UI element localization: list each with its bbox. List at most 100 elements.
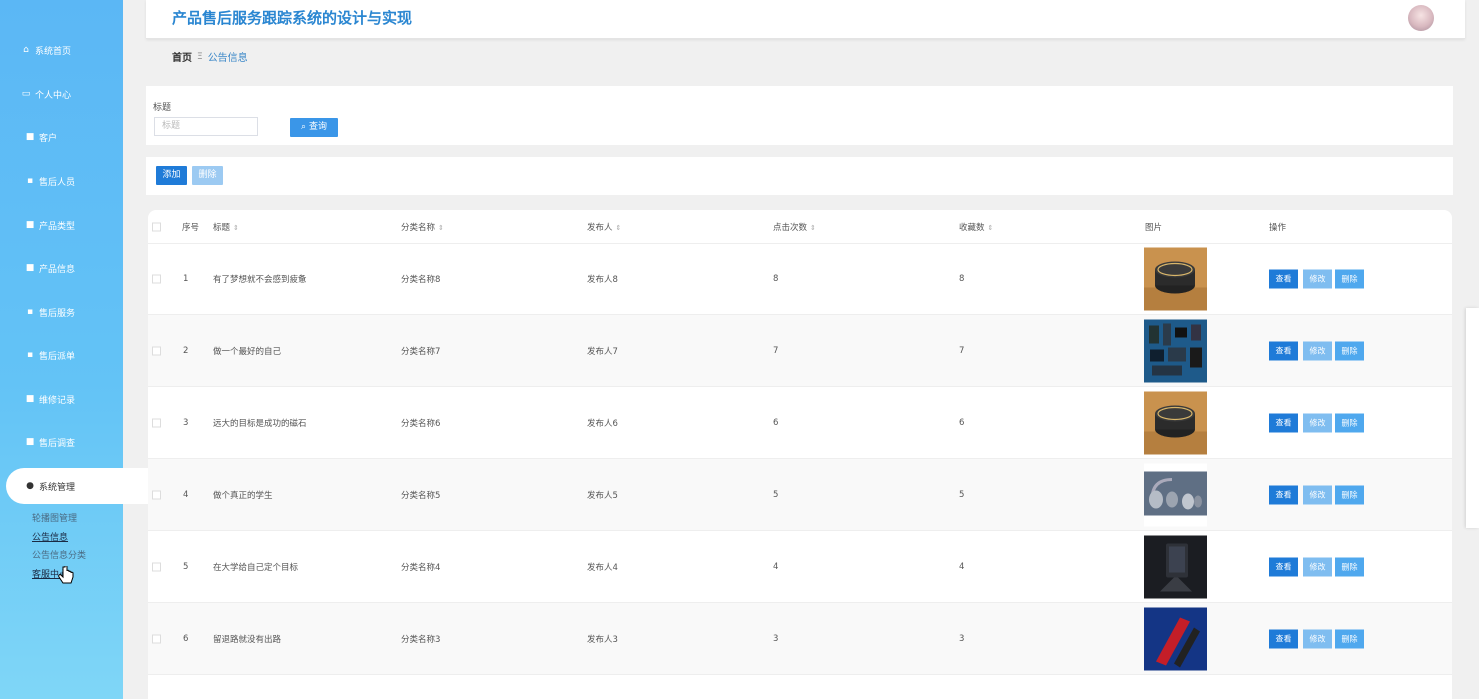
sidebar-item-product-info[interactable]: ■ 产品信息	[0, 250, 147, 286]
top-header: 产品售后服务跟踪系统的设计与实现	[146, 0, 1465, 39]
grid-icon: ■	[25, 437, 35, 447]
cell-index: 6	[183, 633, 189, 644]
profile-icon: ▭	[21, 89, 31, 99]
add-button[interactable]: 添加	[156, 166, 187, 185]
table-row: 2 做一个最好的自己 分类名称7 发布人7 7 7 查看 修改 删除	[148, 315, 1452, 387]
sort-icon: ⇕	[438, 223, 444, 232]
header-title[interactable]: 标题 ⇕	[213, 221, 239, 233]
view-button[interactable]: 查看	[1269, 629, 1298, 648]
cell-publisher: 发布人7	[587, 346, 618, 357]
cell-index: 1	[183, 273, 189, 284]
cell-clicks: 5	[773, 489, 779, 500]
row-checkbox[interactable]	[152, 418, 161, 427]
sidebar-item-product-type[interactable]: ■ 产品类型	[0, 207, 147, 243]
view-button[interactable]: 查看	[1269, 413, 1298, 432]
sidebar-item-survey[interactable]: ■ 售后调查	[0, 424, 147, 460]
cell-publisher: 发布人3	[587, 634, 618, 645]
cell-favorites: 5	[959, 489, 965, 500]
sort-icon: ⇕	[615, 223, 622, 232]
edit-button[interactable]: 修改	[1303, 269, 1332, 288]
red-device-image[interactable]	[1144, 607, 1207, 670]
cell-favorites: 3	[959, 633, 965, 644]
bulk-delete-button[interactable]: 删除	[192, 166, 223, 185]
header-category[interactable]: 分类名称 ⇕	[401, 221, 444, 233]
action-panel: 添加 删除	[146, 157, 1453, 195]
grid-icon: ■	[25, 220, 35, 230]
view-button[interactable]: 查看	[1269, 341, 1298, 360]
delete-button[interactable]: 删除	[1335, 269, 1364, 288]
cell-category: 分类名称8	[401, 274, 441, 285]
sidebar: ⌂ 系统首页 ▭ 个人中心 ■ 客户 ▪ 售后人员 ■ 产品类型 ■ 产品信息 ▪ 售后服务 …	[0, 0, 154, 699]
header-publisher[interactable]: 发布人 ⇕	[587, 221, 621, 233]
row-checkbox[interactable]	[152, 634, 161, 643]
cell-title: 做个真正的学生	[213, 490, 273, 501]
row-checkbox[interactable]	[152, 346, 161, 355]
cell-clicks: 7	[773, 345, 779, 356]
row-checkbox[interactable]	[152, 274, 161, 283]
cell-favorites: 8	[959, 273, 965, 284]
breadcrumb-home[interactable]: 首页	[172, 49, 192, 64]
sidebar-item-dispatch[interactable]: ▪ 售后派单	[0, 337, 147, 373]
view-button[interactable]: 查看	[1269, 269, 1298, 288]
view-button[interactable]: 查看	[1269, 485, 1298, 504]
header-image: 图片	[1145, 222, 1163, 233]
table-row: 1 有了梦想就不会感到疲惫 分类名称8 发布人8 8 8 查看 修改 删除	[148, 243, 1452, 315]
grid-icon: ■	[25, 263, 35, 273]
side-scroll-panel[interactable]	[1466, 308, 1479, 528]
cell-publisher: 发布人6	[587, 418, 618, 429]
notice-table: 序号 标题 ⇕ 分类名称 ⇕ 发布人 ⇕ 点击次数 ⇕ 收藏数 ⇕ 图片 操作 1 有了梦想…	[148, 210, 1452, 699]
delete-button[interactable]: 删除	[1335, 557, 1364, 576]
delete-button[interactable]: 删除	[1335, 341, 1364, 360]
sort-icon: ⇕	[233, 223, 239, 232]
sidebar-item-profile[interactable]: ▭ 个人中心	[0, 76, 143, 112]
delete-button[interactable]: 删除	[1335, 413, 1364, 432]
sidebar-item-after-sales[interactable]: ▪ 售后服务	[0, 294, 147, 330]
edit-button[interactable]: 修改	[1303, 413, 1332, 432]
sidebar-item-system[interactable]: ● 系统管理	[6, 468, 154, 504]
cell-category: 分类名称5	[401, 490, 441, 501]
edit-button[interactable]: 修改	[1303, 341, 1332, 360]
table-row: 3 远大的目标是成功的磁石 分类名称6 发布人6 6 6 查看 修改 删除	[148, 387, 1452, 459]
table-row: 5 在大学给自己定个目标 分类名称4 发布人4 4 4 查看 修改 删除	[148, 531, 1452, 603]
cell-favorites: 6	[959, 417, 965, 428]
select-all-checkbox[interactable]	[152, 222, 161, 231]
delete-button[interactable]: 删除	[1335, 485, 1364, 504]
header-clicks[interactable]: 点击次数 ⇕	[773, 221, 816, 233]
search-panel: 标题 标题 ⌕ 查询	[146, 86, 1453, 145]
speaker-product-image[interactable]	[1144, 247, 1207, 310]
sidebar-item-repair[interactable]: ■ 维修记录	[0, 381, 147, 417]
edit-button[interactable]: 修改	[1303, 557, 1332, 576]
search-icon: ⌕	[301, 122, 307, 132]
breadcrumb-separator-icon: Ξ	[197, 51, 203, 62]
cell-clicks: 8	[773, 273, 779, 284]
submenu-item-notice-category[interactable]: 公告信息分类	[32, 547, 86, 566]
edit-button[interactable]: 修改	[1303, 629, 1332, 648]
cell-category: 分类名称6	[401, 418, 441, 429]
table-header: 序号 标题 ⇕ 分类名称 ⇕ 发布人 ⇕ 点击次数 ⇕ 收藏数 ⇕ 图片 操作	[148, 210, 1452, 244]
grid-icon: ▪	[26, 307, 34, 317]
sidebar-item-customer[interactable]: ■ 客户	[0, 119, 147, 155]
row-checkbox[interactable]	[152, 490, 161, 499]
header-favorites[interactable]: 收藏数 ⇕	[959, 221, 993, 233]
table-row: 6 留退路就没有出路 分类名称3 发布人3 3 3 查看 修改 删除	[148, 603, 1452, 675]
sidebar-item-service-staff[interactable]: ▪ 售后人员	[0, 163, 147, 199]
phone-stand-image[interactable]	[1144, 535, 1207, 598]
delete-button[interactable]: 删除	[1335, 629, 1364, 648]
edit-button[interactable]: 修改	[1303, 485, 1332, 504]
sidebar-item-home[interactable]: ⌂ 系统首页	[0, 32, 143, 68]
speaker-product-image[interactable]	[1144, 391, 1207, 454]
cell-index: 5	[183, 561, 189, 572]
submenu-item-carousel[interactable]: 轮播图管理	[32, 510, 86, 529]
cell-clicks: 6	[773, 417, 779, 428]
row-checkbox[interactable]	[152, 562, 161, 571]
avatar[interactable]	[1408, 5, 1434, 31]
accessories-flatlay-image[interactable]	[1144, 319, 1207, 382]
view-button[interactable]: 查看	[1269, 557, 1298, 576]
search-input[interactable]: 标题	[154, 117, 258, 136]
submenu-item-notice[interactable]: 公告信息	[32, 529, 86, 548]
cell-clicks: 3	[773, 633, 779, 644]
query-button[interactable]: ⌕ 查询	[290, 118, 338, 137]
home-icon: ⌂	[23, 45, 29, 55]
hand-cursor-icon	[58, 566, 74, 584]
headphones-image[interactable]	[1144, 463, 1207, 526]
